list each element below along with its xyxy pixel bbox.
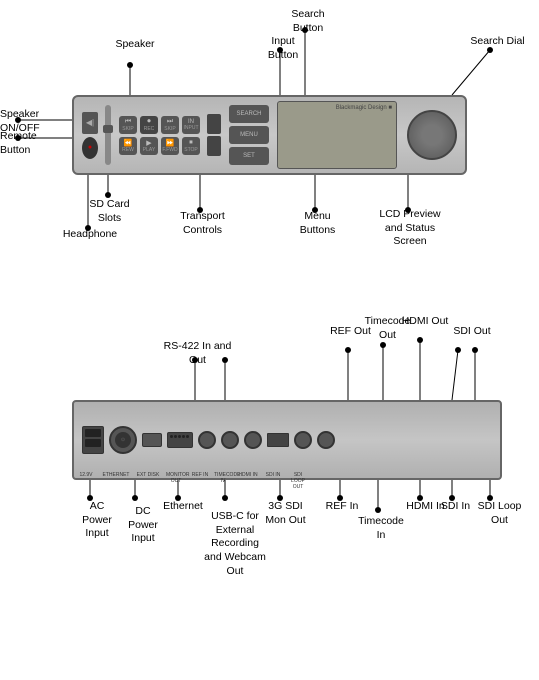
menu-button[interactable]: MENU xyxy=(229,126,269,144)
monitor-out-port xyxy=(198,431,216,449)
input-button-label: InputButton xyxy=(258,35,308,62)
slider-area xyxy=(105,105,111,165)
search-dial-label: Search Dial xyxy=(465,35,530,49)
search-button[interactable]: SEARCH xyxy=(229,105,269,123)
record-transport-button[interactable]: ⏺ REC xyxy=(140,116,158,134)
bottom-panel-labels: 12.9V ETHERNET EXT DISK MONITOR OUT REF … xyxy=(75,472,309,490)
xlr-inner: ⊙ xyxy=(115,432,131,448)
sd-card-slots-label: SD CardSlots xyxy=(82,198,137,225)
rs422-label: RS-422 In and Out xyxy=(155,340,240,367)
input-button[interactable]: IN INPUT xyxy=(182,116,200,134)
sdi-in-label: SDI In xyxy=(438,500,473,514)
left-button-group: ◀| ● xyxy=(82,112,98,159)
speaker-label: Speaker xyxy=(105,38,165,52)
transport-controls-label: TransportControls xyxy=(170,210,235,237)
sdi-in-port xyxy=(294,431,312,449)
timecode-iv-port xyxy=(244,431,262,449)
ac-socket-bottom xyxy=(85,439,101,447)
xlr-connector: ⊙ xyxy=(109,426,137,454)
slider-handle[interactable] xyxy=(103,125,113,133)
remote-button-label: RemoteButton xyxy=(0,130,55,157)
sdi-loop-out-port xyxy=(317,431,335,449)
set-button[interactable]: SET xyxy=(229,147,269,165)
speaker-button[interactable]: ◀| xyxy=(82,112,98,134)
menu-buttons-label: MenuButtons xyxy=(290,210,345,237)
stop-button[interactable]: ⏹ STOP xyxy=(182,137,200,155)
ac-power-label: ACPowerInput xyxy=(72,500,122,541)
sdi-out-label: SDI Out xyxy=(448,325,496,339)
sd-slots xyxy=(207,114,221,156)
ref-in-label: REF In xyxy=(322,500,362,514)
hdmi-port xyxy=(267,433,289,447)
bottom-device-panel: ⊙ xyxy=(72,400,502,480)
search-button-label: SearchButton xyxy=(278,8,338,35)
hdmi-out-label: HDMI Out xyxy=(400,315,450,329)
ac-socket-top xyxy=(85,429,101,437)
brand-logo: Blackmagic Design ■ xyxy=(336,105,392,111)
ref-in-port xyxy=(221,431,239,449)
rewind-button[interactable]: ⏪ REW xyxy=(119,137,137,155)
3g-sdi-label: 3G SDIMon Out xyxy=(258,500,313,527)
ethernet-port xyxy=(142,433,162,447)
record-button[interactable]: ● xyxy=(82,137,98,159)
skip-back-button[interactable]: ⏮ SKIP xyxy=(119,116,137,134)
sdi-loop-out-label: SDI LoopOut xyxy=(472,500,527,527)
timecode-in-label: Timecode In xyxy=(356,515,406,542)
sd-slot-1[interactable] xyxy=(207,114,221,134)
transport-top-row: ⏮ SKIP ⏺ REC ⏭ SKIP IN INPUT xyxy=(119,116,200,134)
transport-bottom-row: ⏪ REW ▶ PLAY ⏩ F.FWD ⏹ STOP xyxy=(119,137,200,155)
diagram-container: Speaker SpeakerON/OFF RemoteButton Searc… xyxy=(0,0,539,680)
search-dial[interactable] xyxy=(407,110,457,160)
headphone-label: Headphone xyxy=(60,228,120,242)
db9-connector xyxy=(167,432,193,448)
slider-track[interactable] xyxy=(105,105,111,165)
ffwd-button[interactable]: ⏩ F.FWD xyxy=(161,137,179,155)
menu-buttons-group: SEARCH MENU SET xyxy=(229,105,269,165)
play-button[interactable]: ▶ PLAY xyxy=(140,137,158,155)
transport-controls: ⏮ SKIP ⏺ REC ⏭ SKIP IN INPUT ⏪ xyxy=(119,116,200,155)
lcd-screen: Blackmagic Design ■ xyxy=(277,101,397,169)
skip-fwd-button[interactable]: ⏭ SKIP xyxy=(161,116,179,134)
sd-slot-2[interactable] xyxy=(207,136,221,156)
ac-power-inlet xyxy=(82,426,104,454)
lcd-preview-label: LCD Previewand Status Screen xyxy=(370,208,450,249)
top-device-panel: ◀| ● ⏮ SKIP ⏺ REC xyxy=(72,95,467,175)
